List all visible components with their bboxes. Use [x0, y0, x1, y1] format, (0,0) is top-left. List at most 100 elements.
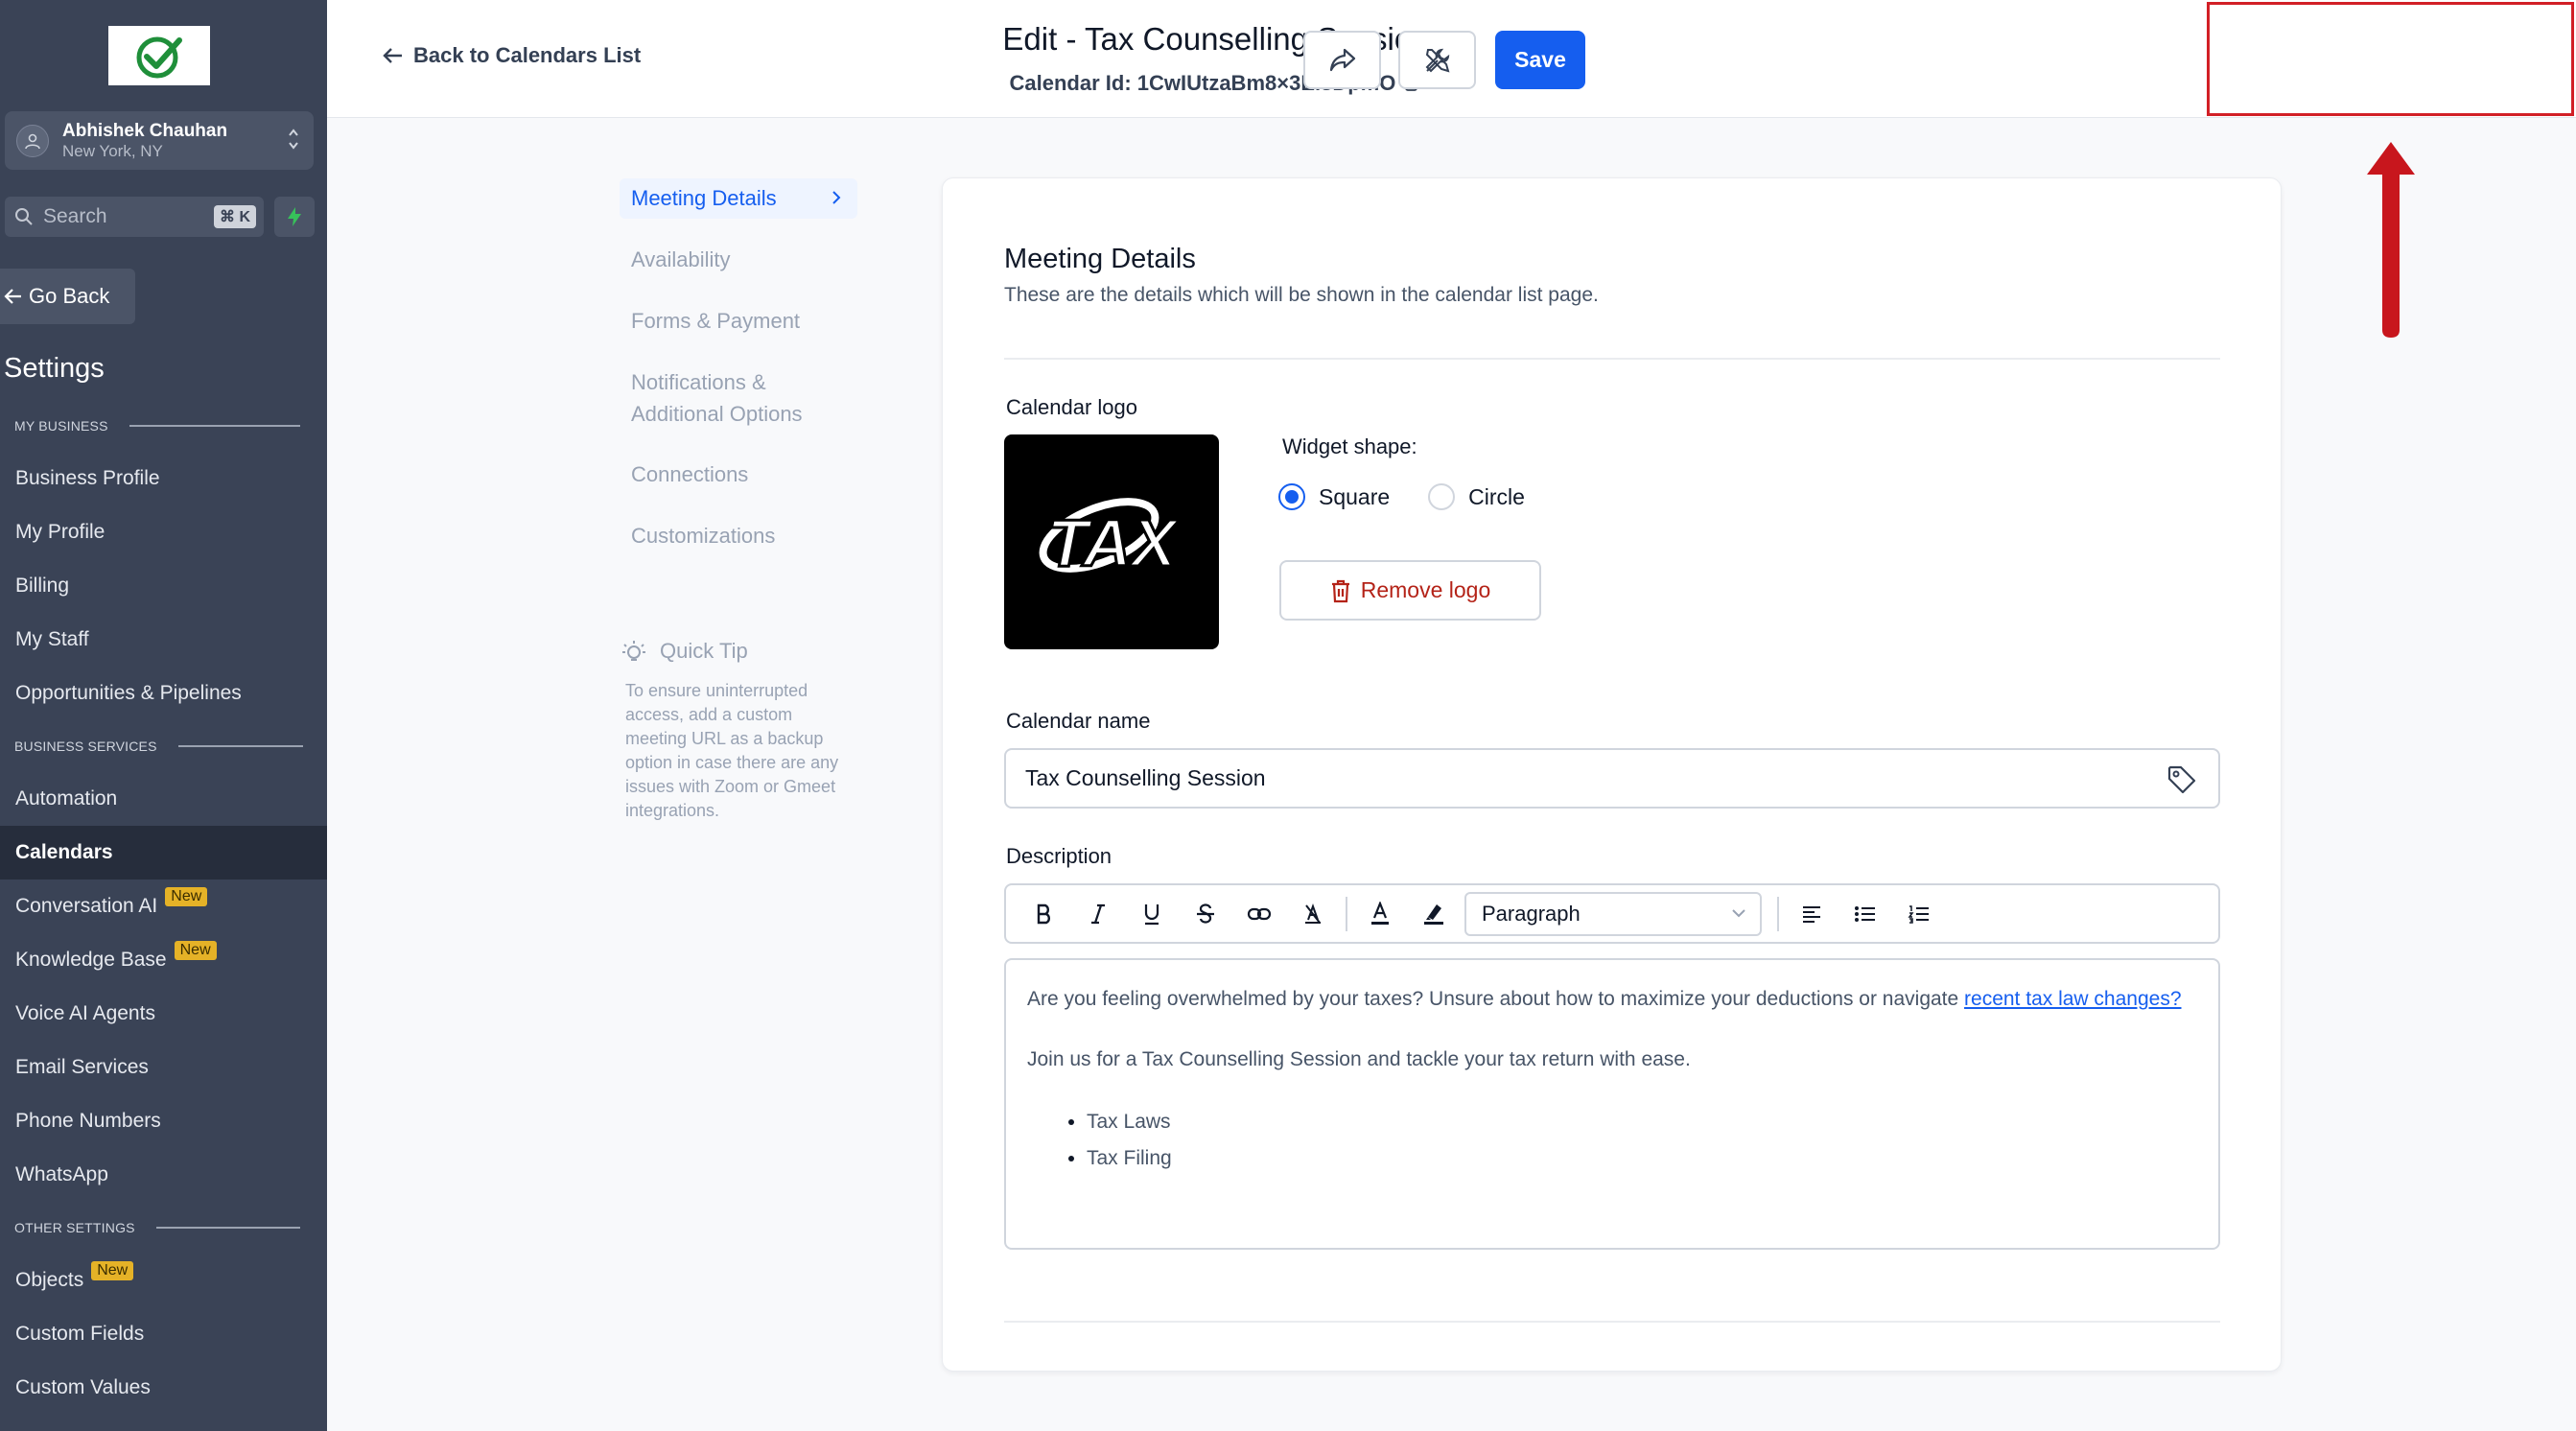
sidebar-item-business-profile[interactable]: Business Profile: [0, 452, 327, 505]
search-shortcut: ⌘ K: [214, 205, 256, 228]
wrench-screwdriver-icon: [1425, 48, 1449, 72]
toolbar-separator: [1777, 896, 1779, 931]
list-item: Tax Laws: [1087, 1104, 2197, 1140]
sidebar-item-calendars[interactable]: Calendars: [0, 826, 327, 880]
link-icon: [1247, 907, 1272, 920]
arrow-left-icon: [4, 289, 21, 304]
calendar-name-input[interactable]: Tax Counselling Session: [1004, 748, 2220, 809]
quick-action-button[interactable]: [274, 197, 315, 237]
share-button[interactable]: [1303, 31, 1381, 89]
description-label: Description: [1006, 844, 1112, 868]
chevron-right-icon: [832, 191, 841, 204]
sidebar-item-objects[interactable]: Objects New: [0, 1254, 327, 1307]
chevron-updown-icon: [289, 129, 298, 150]
tag-icon[interactable]: [2166, 764, 2197, 795]
user-name: Abhishek Chauhan: [62, 120, 228, 141]
account-switcher[interactable]: Abhishek Chauhan New York, NY: [5, 111, 314, 170]
sidebar-item-billing[interactable]: Billing: [0, 559, 327, 613]
bullet-list-icon: [1855, 905, 1875, 922]
numbered-list-icon: [1908, 904, 1929, 924]
lightbulb-icon: [622, 641, 645, 661]
text-color-icon: [1371, 901, 1389, 925]
user-avatar-icon: [16, 124, 49, 157]
description-paragraph-1: Are you feeling overwhelmed by your taxe…: [1027, 988, 2182, 1010]
list-item: Tax Filing: [1087, 1140, 2197, 1177]
app-logo[interactable]: [108, 26, 210, 85]
quick-tip-text: To ensure uninterrupted access, add a cu…: [625, 681, 839, 820]
sidebar-item-custom-fields[interactable]: Custom Fields: [0, 1307, 327, 1361]
highlighter-icon: [1424, 903, 1443, 925]
sidebar-item-opportunities[interactable]: Opportunities & Pipelines: [0, 667, 327, 720]
subnav-notifications[interactable]: Notifications & Additional Options: [631, 366, 803, 430]
subnav-customizations[interactable]: Customizations: [631, 520, 775, 551]
clear-format-button[interactable]: [1286, 893, 1340, 935]
sidebar-item-whatsapp[interactable]: WhatsApp: [0, 1148, 327, 1202]
remove-logo-button[interactable]: Remove logo: [1279, 560, 1541, 621]
sidebar-item-my-profile[interactable]: My Profile: [0, 505, 327, 559]
clear-format-icon: [1305, 903, 1321, 924]
card-subtitle: These are the details which will be show…: [1004, 284, 1599, 306]
save-button[interactable]: Save: [1495, 31, 1585, 89]
description-link[interactable]: recent tax law changes?: [1964, 988, 2181, 1010]
radio-square[interactable]: [1278, 483, 1305, 510]
radio-square-label: Square: [1319, 483, 1391, 509]
radio-circle[interactable]: [1428, 483, 1456, 510]
numbered-list-button[interactable]: [1892, 893, 1946, 935]
quick-tip-title: Quick Tip: [620, 637, 748, 666]
underline-icon: [1144, 903, 1159, 925]
strikethrough-icon: [1197, 903, 1214, 924]
sidebar-item-voice-ai-agents[interactable]: Voice AI Agents: [0, 987, 327, 1041]
subnav-availability[interactable]: Availability: [631, 244, 731, 275]
description-editor[interactable]: Are you feeling overwhelmed by your taxe…: [1004, 958, 2220, 1250]
new-badge: New: [91, 1261, 134, 1280]
highlight-annotation-box: [2207, 2, 2574, 116]
red-arrow-up-icon: [2367, 142, 2415, 338]
go-back-button[interactable]: Go Back: [0, 269, 135, 324]
divider: [1004, 358, 2220, 360]
description-bullet-list: Tax Laws Tax Filing: [1087, 1104, 2197, 1177]
radio-circle-label: Circle: [1468, 483, 1525, 509]
subnav-meeting-details[interactable]: Meeting Details: [620, 178, 857, 219]
sidebar-item-my-staff[interactable]: My Staff: [0, 613, 327, 667]
divider: [1004, 1321, 2220, 1323]
strikethrough-button[interactable]: [1179, 893, 1232, 935]
link-button[interactable]: [1232, 893, 1286, 935]
bullet-list-button[interactable]: [1838, 893, 1892, 935]
calendar-id: Calendar Id: 1CwIUtzaBm8×3EisDpmO: [327, 71, 2105, 96]
sidebar-item-custom-values[interactable]: Custom Values: [0, 1361, 327, 1415]
section-my-business: MY BUSINESS: [14, 418, 300, 434]
toolbar-separator: [1346, 896, 1347, 931]
sidebar-item-automation[interactable]: Automation: [0, 772, 327, 826]
calendar-name-label: Calendar name: [1006, 709, 1151, 733]
svg-text:TAX: TAX: [1047, 505, 1181, 580]
new-badge: New: [165, 887, 208, 906]
italic-button[interactable]: [1071, 893, 1125, 935]
block-format-select[interactable]: Paragraph: [1464, 891, 1762, 936]
text-color-button[interactable]: [1353, 893, 1407, 935]
highlight-color-button[interactable]: [1407, 893, 1461, 935]
go-back-label: Go Back: [29, 284, 110, 308]
widget-shape-label: Widget shape:: [1282, 434, 1417, 458]
page-title: Edit - Tax Counselling Session: [1002, 21, 1430, 57]
subnav-connections[interactable]: Connections: [631, 458, 748, 490]
sidebar: Abhishek Chauhan New York, NY Search ⌘ K…: [0, 0, 327, 1431]
search-input[interactable]: Search ⌘ K: [5, 197, 264, 237]
sidebar-item-knowledge-base[interactable]: Knowledge Base New: [0, 933, 327, 987]
bold-button[interactable]: [1018, 893, 1071, 935]
new-badge: New: [174, 941, 217, 960]
chevron-down-icon: [1732, 908, 1745, 917]
sidebar-item-conversation-ai[interactable]: Conversation AI New: [0, 880, 327, 933]
check-logo-icon: [136, 36, 182, 79]
share-icon: [1329, 48, 1355, 71]
align-left-button[interactable]: [1785, 893, 1838, 935]
sidebar-item-email-services[interactable]: Email Services: [0, 1041, 327, 1094]
tools-button[interactable]: [1398, 31, 1476, 89]
underline-button[interactable]: [1125, 893, 1179, 935]
user-location: New York, NY: [62, 141, 163, 160]
subnav-forms-payment[interactable]: Forms & Payment: [631, 305, 800, 337]
sidebar-item-phone-numbers[interactable]: Phone Numbers: [0, 1094, 327, 1148]
description-paragraph-2: Join us for a Tax Counselling Session an…: [1027, 1048, 1691, 1070]
trash-icon: [1331, 579, 1349, 602]
search-icon: [15, 208, 33, 225]
calendar-logo-image[interactable]: TAX: [1004, 434, 1219, 649]
